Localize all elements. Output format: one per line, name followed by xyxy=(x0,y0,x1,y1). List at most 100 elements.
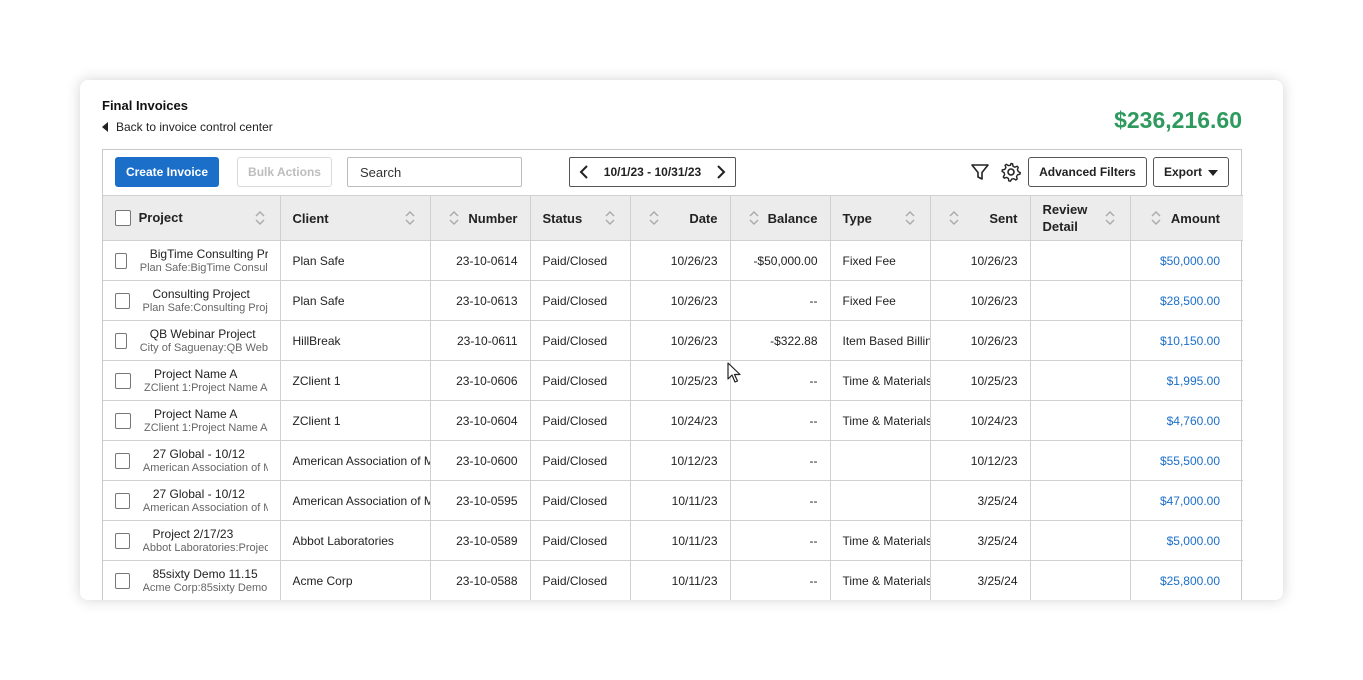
filter-icon[interactable] xyxy=(969,161,991,183)
advanced-filters-button[interactable]: Advanced Filters xyxy=(1028,157,1147,187)
project-cell[interactable]: 27 Global - 10/12 American Association o… xyxy=(103,480,281,521)
review-detail-cell xyxy=(1030,480,1131,521)
project-cell[interactable]: Project Name A ZClient 1:Project Name A xyxy=(103,360,281,401)
gear-icon[interactable] xyxy=(1000,161,1022,183)
balance-cell: -- xyxy=(730,440,831,481)
sent-cell: 10/26/23 xyxy=(930,240,1031,281)
table-row[interactable]: QB Webinar Project City of Saguenay:QB W… xyxy=(103,320,1243,361)
sort-icon[interactable] xyxy=(649,210,659,226)
amount-link[interactable]: $25,800.00 xyxy=(1130,560,1243,600)
project-name[interactable]: Project Name A xyxy=(144,407,268,421)
row-checkbox[interactable] xyxy=(115,452,130,469)
project-name[interactable]: 27 Global - 10/12 xyxy=(143,487,268,501)
chevron-right-icon[interactable] xyxy=(713,164,729,180)
amount-link[interactable]: $4,760.00 xyxy=(1130,400,1243,441)
table-row[interactable]: Project 2/17/23 Abbot Laboratories:Proje… xyxy=(103,520,1243,561)
amount-link[interactable]: $47,000.00 xyxy=(1130,480,1243,521)
amount-link[interactable]: $5,000.00 xyxy=(1130,520,1243,561)
table-row[interactable]: 27 Global - 10/12 American Association o… xyxy=(103,480,1243,521)
project-cell[interactable]: Project Name A ZClient 1:Project Name A xyxy=(103,400,281,441)
amount-link[interactable]: $50,000.00 xyxy=(1130,240,1243,281)
amount-link[interactable]: $28,500.00 xyxy=(1130,280,1243,321)
sent-cell: 3/25/24 xyxy=(930,560,1031,600)
invoice-total: $236,216.60 xyxy=(1114,107,1242,133)
project-name[interactable]: BigTime Consulting Project xyxy=(140,247,268,261)
project-name[interactable]: 27 Global - 10/12 xyxy=(143,447,268,461)
project-cell[interactable]: BigTime Consulting Project Plan Safe:Big… xyxy=(103,240,281,281)
table-row[interactable]: Project Name A ZClient 1:Project Name A … xyxy=(103,360,1243,401)
column-header-balance[interactable]: Balance xyxy=(730,195,831,241)
balance-cell: -- xyxy=(730,520,831,561)
project-cell[interactable]: QB Webinar Project City of Saguenay:QB W… xyxy=(103,320,281,361)
number-cell: 23-10-0614 xyxy=(430,240,531,281)
sort-icon[interactable] xyxy=(255,210,265,226)
type-cell xyxy=(830,480,931,521)
sort-icon[interactable] xyxy=(905,210,915,226)
project-name[interactable]: 85sixty Demo 11.15 xyxy=(143,567,268,581)
table-row[interactable]: BigTime Consulting Project Plan Safe:Big… xyxy=(103,240,1243,281)
row-checkbox[interactable] xyxy=(115,532,130,549)
amount-link[interactable]: $55,500.00 xyxy=(1130,440,1243,481)
row-checkbox[interactable] xyxy=(115,332,127,349)
review-detail-cell xyxy=(1030,320,1131,361)
project-cell[interactable]: 27 Global - 10/12 American Association o… xyxy=(103,440,281,481)
project-name[interactable]: Project Name A xyxy=(144,367,268,381)
amount-link[interactable]: $10,150.00 xyxy=(1130,320,1243,361)
row-checkbox[interactable] xyxy=(115,412,131,429)
type-cell: Fixed Fee xyxy=(830,240,931,281)
create-invoice-button[interactable]: Create Invoice xyxy=(115,157,219,187)
number-cell: 23-10-0611 xyxy=(430,320,531,361)
review-detail-cell xyxy=(1030,280,1131,321)
date-header-label: Date xyxy=(689,210,718,226)
sort-icon[interactable] xyxy=(449,210,459,226)
column-header-project[interactable]: Project xyxy=(103,195,281,241)
sort-icon[interactable] xyxy=(405,210,415,226)
number-cell: 23-10-0613 xyxy=(430,280,531,321)
table-row[interactable]: 85sixty Demo 11.15 Acme Corp:85sixty Dem… xyxy=(103,560,1243,600)
balance-cell: -- xyxy=(730,400,831,441)
sort-icon[interactable] xyxy=(949,210,959,226)
column-header-number[interactable]: Number xyxy=(430,195,531,241)
row-checkbox[interactable] xyxy=(115,572,130,589)
balance-cell: -- xyxy=(730,480,831,521)
table-row[interactable]: Consulting Project Plan Safe:Consulting … xyxy=(103,280,1243,321)
date-cell: 10/11/23 xyxy=(630,520,731,561)
export-button[interactable]: Export xyxy=(1153,157,1229,187)
chevron-left-icon[interactable] xyxy=(576,164,592,180)
sort-icon[interactable] xyxy=(605,210,615,226)
number-cell: 23-10-0595 xyxy=(430,480,531,521)
project-path: Abbot Laboratories:Project 2 xyxy=(142,541,268,554)
sort-icon[interactable] xyxy=(1151,210,1161,226)
column-header-sent[interactable]: Sent xyxy=(930,195,1031,241)
project-name[interactable]: Project 2/17/23 xyxy=(143,527,268,541)
select-all-checkbox[interactable] xyxy=(115,210,131,227)
column-header-status[interactable]: Status xyxy=(530,195,631,241)
status-cell: Paid/Closed xyxy=(530,280,631,321)
back-to-invoice-control-center-link[interactable]: Back to invoice control center xyxy=(102,120,273,134)
sort-icon[interactable] xyxy=(1105,210,1115,226)
project-name[interactable]: QB Webinar Project xyxy=(140,327,268,341)
search-input[interactable] xyxy=(347,157,522,187)
column-header-review-detail[interactable]: Review Detail xyxy=(1030,195,1131,241)
project-cell[interactable]: Project 2/17/23 Abbot Laboratories:Proje… xyxy=(103,520,281,561)
project-cell[interactable]: Consulting Project Plan Safe:Consulting … xyxy=(103,280,281,321)
date-range-label[interactable]: 10/1/23 - 10/31/23 xyxy=(604,165,701,179)
column-header-type[interactable]: Type xyxy=(830,195,931,241)
project-path: American Association of Mo xyxy=(142,501,268,514)
project-cell[interactable]: 85sixty Demo 11.15 Acme Corp:85sixty Dem… xyxy=(103,560,281,600)
column-header-client[interactable]: Client xyxy=(280,195,431,241)
bulk-actions-button[interactable]: Bulk Actions xyxy=(237,157,332,187)
row-checkbox[interactable] xyxy=(115,292,130,309)
client-cell: ZClient 1 xyxy=(280,360,431,401)
table-row[interactable]: Project Name A ZClient 1:Project Name A … xyxy=(103,400,1243,441)
project-name[interactable]: Consulting Project xyxy=(143,287,268,301)
row-checkbox[interactable] xyxy=(115,492,130,509)
amount-link[interactable]: $1,995.00 xyxy=(1130,360,1243,401)
row-checkbox[interactable] xyxy=(115,372,131,389)
column-header-amount[interactable]: Amount xyxy=(1130,195,1243,241)
table-row[interactable]: 27 Global - 10/12 American Association o… xyxy=(103,440,1243,481)
invoices-panel: Create Invoice Bulk Actions 10/1/23 - 10… xyxy=(102,149,1243,600)
sort-icon[interactable] xyxy=(749,210,759,226)
column-header-date[interactable]: Date xyxy=(630,195,731,241)
row-checkbox[interactable] xyxy=(115,252,127,269)
